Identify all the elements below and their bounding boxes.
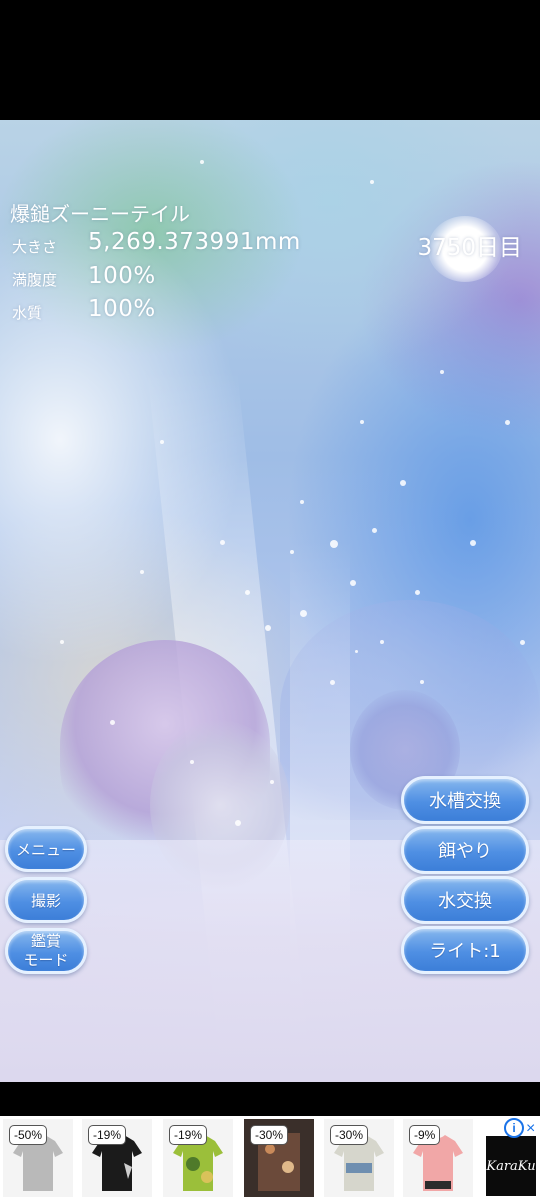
bubble [200,160,204,164]
bubble [245,590,250,595]
ad-info-icon[interactable]: i [504,1118,524,1138]
bubble [300,500,304,504]
ad-product[interactable]: -19% [163,1119,233,1197]
bubble [330,540,338,548]
bubble [520,640,525,645]
ad-product[interactable]: -9% [403,1119,473,1197]
brand-logo[interactable]: KaraKu [486,1136,536,1196]
viewing-mode-button[interactable]: 鑑賞 モード [5,928,87,974]
ad-product[interactable]: -30% [244,1119,314,1197]
water-change-button[interactable]: 水交換 [401,876,529,924]
fish-name: 爆鎚ズーニーテイル [10,202,190,226]
ad-product[interactable]: -50% [3,1119,73,1197]
discount-badge: -19% [169,1125,208,1145]
tank-change-button[interactable]: 水槽交換 [401,776,529,824]
satiety-label: 満腹度 [12,271,58,289]
bubble [400,480,406,486]
bubble [415,590,420,595]
water-quality-value: 100% [88,296,156,322]
bubble [300,610,307,617]
bubble [360,420,364,424]
feed-button[interactable]: 餌やり [401,826,529,874]
ad-product[interactable]: -19% [82,1119,152,1197]
light-button[interactable]: ライト:1 [401,926,529,974]
bubble [270,780,274,784]
ad-product[interactable]: -30% [324,1119,394,1197]
day-counter: 3750日目 [417,235,522,261]
bubble [265,625,271,631]
size-value: 5,269.373991mm [88,229,301,255]
bubble [60,640,64,644]
discount-badge: -30% [250,1125,289,1145]
bubble [440,370,444,374]
bubble [290,550,294,554]
bubble [370,180,374,184]
photo-button[interactable]: 撮影 [5,877,87,923]
bubble [505,420,510,425]
bubble [350,580,356,586]
bubble [420,680,424,684]
bubble [235,820,241,826]
bubble [220,540,225,545]
bubble [160,440,164,444]
bubble [355,650,358,653]
system-bar [0,1082,540,1116]
bubble [470,540,476,546]
bubble [330,680,335,685]
bubble [140,570,144,574]
menu-button[interactable]: メニュー [5,826,87,872]
status-bar [0,0,540,120]
discount-badge: -30% [330,1125,369,1145]
ad-banner[interactable]: -50% -19% -19% -30% -30% -9% [0,1116,540,1200]
bubble [110,720,115,725]
discount-badge: -19% [88,1125,127,1145]
bubble [380,640,384,644]
discount-badge: -9% [409,1125,441,1145]
satiety-value: 100% [88,263,156,289]
water-quality-label: 水質 [12,304,43,322]
ad-close-icon[interactable]: × [526,1120,535,1138]
bubble [190,760,194,764]
bubble [372,528,377,533]
size-label: 大きさ [12,238,58,256]
discount-badge: -50% [9,1125,48,1145]
